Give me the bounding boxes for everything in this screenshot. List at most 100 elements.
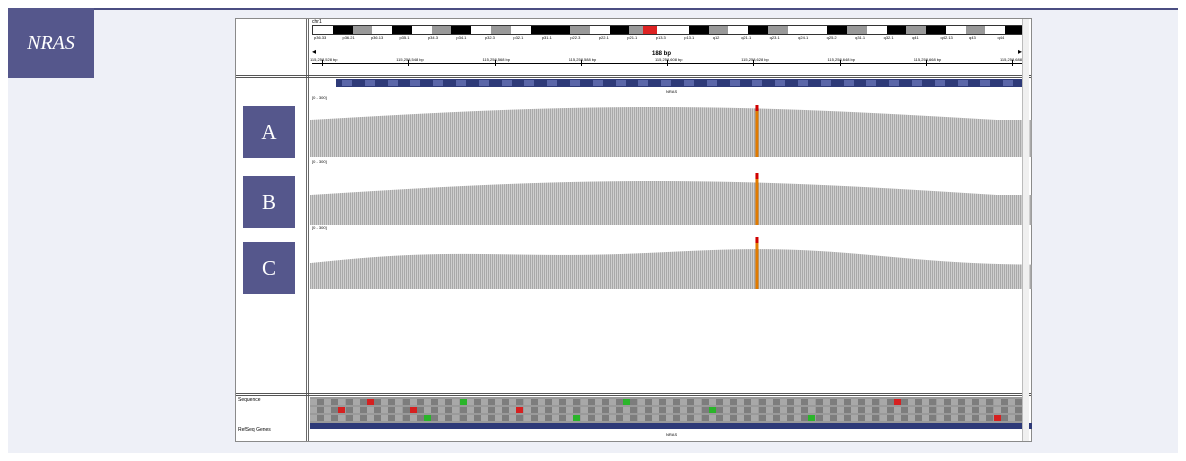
amino-acid-cell <box>751 407 759 413</box>
coverage-track-b[interactable] <box>310 167 1032 225</box>
amino-acid-cell <box>402 415 410 421</box>
coverage-bar <box>862 186 864 225</box>
coverage-bar <box>606 181 608 225</box>
coverage-bar <box>666 181 668 225</box>
amino-acid-cell <box>979 399 987 405</box>
coverage-bar <box>744 249 746 289</box>
coverage-bar <box>560 254 562 289</box>
amino-acid-cell <box>395 415 403 421</box>
coverage-bar <box>1002 195 1004 225</box>
coverage-bar <box>344 117 346 157</box>
coverage-bar <box>514 254 516 289</box>
coverage-bar <box>460 111 462 157</box>
coverage-bar <box>564 254 566 289</box>
coverage-bar <box>1016 264 1018 289</box>
coverage-track-c[interactable] <box>310 231 1032 289</box>
variant-marker[interactable] <box>755 239 759 289</box>
coverage-bar <box>602 181 604 225</box>
coverage-bar <box>534 254 536 289</box>
coverage-bar <box>334 193 336 225</box>
coverage-bar <box>976 193 978 225</box>
coverage-bar <box>606 107 608 157</box>
amino-acid-cell <box>829 407 837 413</box>
coverage-bar <box>538 254 540 289</box>
band-label: p13.1 <box>684 35 695 40</box>
amino-acid-cell <box>787 399 795 405</box>
refseq-gene-bar[interactable] <box>310 423 1032 429</box>
amino-acid-cell <box>495 407 503 413</box>
coverage-bar <box>964 192 966 225</box>
band-label: q41 <box>912 35 919 40</box>
coverage-bar <box>528 183 530 225</box>
coverage-bar <box>996 263 998 289</box>
ideogram-band <box>332 26 353 34</box>
amino-acid-cell <box>950 415 958 421</box>
coverage-bar <box>776 183 778 225</box>
sequence-track[interactable] <box>310 397 1022 423</box>
amino-acid-cell <box>459 407 467 413</box>
amino-acid-cell <box>587 399 595 405</box>
variant-marker[interactable] <box>755 107 759 157</box>
amino-acid-cell <box>381 407 389 413</box>
coverage-bar <box>824 110 826 157</box>
coverage-bar <box>874 113 876 157</box>
amino-acid-cell <box>473 399 481 405</box>
coverage-bar <box>536 182 538 225</box>
amino-acid-cell <box>609 407 617 413</box>
amino-acid-cell <box>851 415 859 421</box>
variant-marker[interactable] <box>755 175 759 225</box>
coverage-bar <box>384 190 386 225</box>
coverage-bar <box>504 109 506 157</box>
coverage-bar <box>468 253 470 289</box>
amino-acid-cell <box>651 407 659 413</box>
amino-acid-cell <box>879 399 887 405</box>
coverage-bar <box>750 249 752 289</box>
coverage-bar <box>492 184 494 225</box>
coverage-bar <box>822 110 824 157</box>
amino-acid-cell <box>445 415 453 421</box>
amino-acid-cell <box>886 407 894 413</box>
amino-acid-cell <box>552 415 560 421</box>
coverage-bar <box>664 107 666 157</box>
amino-acid-cell <box>438 399 446 405</box>
coverage-bar <box>846 186 848 225</box>
coverage-bar <box>898 188 900 225</box>
coverage-bar <box>614 254 616 289</box>
coverage-bar <box>968 262 970 289</box>
gene-track-bar[interactable] <box>336 79 1024 87</box>
coverage-bar <box>438 254 440 289</box>
coverage-bar <box>516 183 518 225</box>
amino-acid-cell <box>722 415 730 421</box>
coverage-bar <box>910 189 912 225</box>
gene-track-segment <box>820 80 831 86</box>
chromosome-ideogram[interactable] <box>312 25 1026 35</box>
coverage-bar <box>420 188 422 225</box>
amino-acid-cell <box>523 407 531 413</box>
amino-acid-cell <box>409 415 417 421</box>
coverage-bar <box>804 250 806 289</box>
coverage-bar <box>712 107 714 157</box>
coverage-bar <box>472 111 474 157</box>
coverage-bar <box>714 249 716 289</box>
coverage-bar <box>348 117 350 157</box>
gene-track-segment <box>843 80 854 86</box>
coverage-bar <box>700 181 702 225</box>
coverage-bar <box>1012 120 1014 157</box>
coverage-bar <box>458 253 460 289</box>
coverage-bar <box>916 259 918 289</box>
coverage-bar <box>868 187 870 225</box>
amino-acid-cell <box>979 407 987 413</box>
coverage-bar <box>934 260 936 289</box>
coverage-bar <box>556 254 558 289</box>
coverage-track-a[interactable] <box>310 99 1032 157</box>
amino-acid-cell <box>644 407 652 413</box>
vertical-scrollbar[interactable] <box>1022 19 1029 441</box>
coverage-bar <box>616 254 618 289</box>
coverage-bar <box>444 112 446 157</box>
position-ruler[interactable]: 188 bp 115,258,528 bp 115,258,548 bp 115,2… <box>310 49 1028 75</box>
coverage-bar <box>330 260 332 289</box>
coverage-bar <box>1010 264 1012 289</box>
coverage-bar <box>662 252 664 289</box>
coverage-bar <box>656 252 658 289</box>
coverage-bar <box>596 181 598 225</box>
